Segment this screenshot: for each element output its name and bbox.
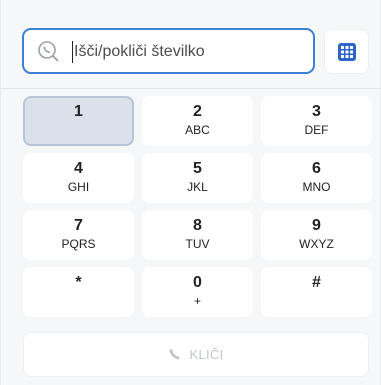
dial-key-2[interactable]: 2 ABC [142,96,253,146]
dial-key-9[interactable]: 9 WXYZ [261,210,372,260]
key-digit: 4 [74,160,83,177]
key-digit: * [75,274,82,291]
key-letters: WXYZ [299,237,334,251]
key-digit: 8 [193,217,202,234]
key-digit: 6 [312,160,321,177]
key-digit: 1 [74,103,83,120]
dial-key-7[interactable]: 7 PQRS [23,210,134,260]
call-button[interactable]: KLIČI [23,332,369,377]
key-digit: 7 [74,217,83,234]
key-letters: + [193,294,201,308]
dial-key-3[interactable]: 3 DEF [261,96,372,146]
key-letters: JKL [187,180,208,194]
key-letters: MNO [302,180,331,194]
dial-key-8[interactable]: 8 TUV [142,210,253,260]
key-digit: 5 [193,160,202,177]
key-digit: 0 [193,274,202,291]
keypad-toggle-button[interactable] [324,29,369,74]
dial-key-5[interactable]: 5 JKL [142,153,253,203]
search-field[interactable] [22,28,315,74]
call-button-label: KLIČI [189,347,224,362]
key-digit: # [312,274,321,291]
dial-key-hash[interactable]: # [261,267,372,317]
dial-key-1[interactable]: 1 [23,96,134,146]
key-letters: TUV [185,237,210,251]
phone-icon [170,348,181,360]
divider [1,88,381,89]
dialer-panel: 1 2 ABC 3 DEF 4 GHI 5 JKL 6 MNO 7 PQRS 8… [0,0,381,385]
dialpad-grid-icon [337,42,356,61]
dial-key-6[interactable]: 6 MNO [261,153,372,203]
key-letters: PQRS [61,237,96,251]
phone-search-icon [38,41,59,62]
search-input[interactable] [70,38,304,66]
key-digit: 3 [312,103,321,120]
key-digit: 9 [312,217,321,234]
key-letters: DEF [304,123,329,137]
dial-key-4[interactable]: 4 GHI [23,153,134,203]
key-digit: 2 [193,103,202,120]
dial-key-star[interactable]: * [23,267,134,317]
dial-key-0[interactable]: 0 + [142,267,253,317]
key-letters: ABC [185,123,210,137]
key-letters: GHI [67,180,90,194]
